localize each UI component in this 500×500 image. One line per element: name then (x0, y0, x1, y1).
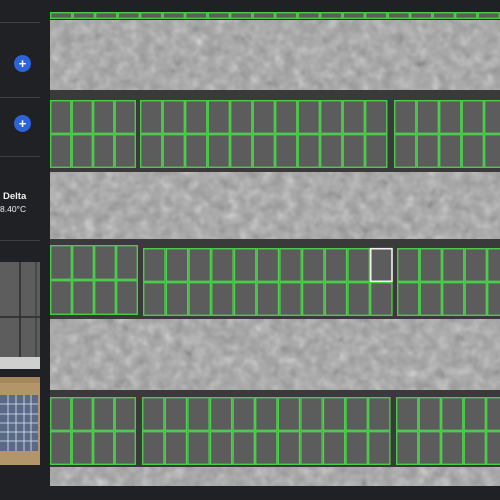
sidebar: + + Delta 8.40°C (0, 0, 44, 500)
rgb-thumbnail-image (0, 377, 40, 465)
plus-circle-icon: + (18, 115, 27, 131)
add-button[interactable]: + (14, 115, 31, 132)
rgb-thumbnail[interactable] (0, 377, 40, 465)
thermal-map-image (50, 12, 500, 486)
bottom-bar (0, 486, 500, 500)
sidebar-divider (0, 97, 40, 98)
sidebar-divider (0, 156, 40, 157)
plus-circle-icon: + (18, 55, 27, 71)
add-button[interactable]: + (14, 55, 31, 72)
delta-value: 8.40°C (0, 204, 27, 214)
thermal-map-view[interactable] (50, 12, 500, 486)
thermal-thumbnail-image (0, 262, 40, 369)
sidebar-divider (0, 22, 40, 23)
sidebar-divider (0, 240, 40, 241)
delta-label: Delta (3, 191, 27, 202)
thermal-thumbnail[interactable] (0, 262, 40, 369)
